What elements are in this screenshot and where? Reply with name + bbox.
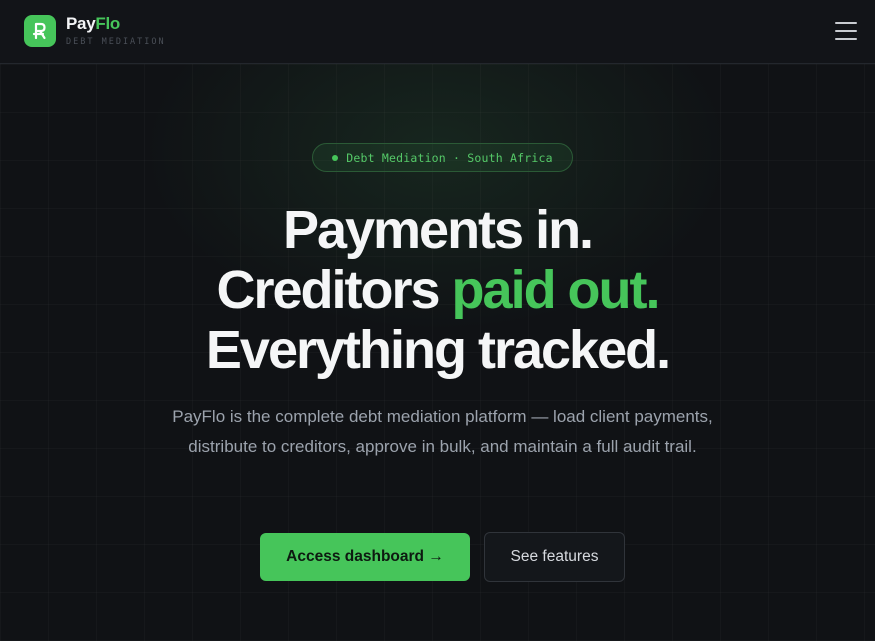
menu-line <box>835 30 857 32</box>
hero-headline: Payments in. Creditors paid out. Everyth… <box>0 200 875 380</box>
menu-line <box>835 38 857 40</box>
headline-line-3: Everything tracked. <box>205 320 671 380</box>
brand-name-pay: Pay <box>66 14 96 33</box>
brand-logo[interactable] <box>24 15 56 47</box>
headline-line-2: Creditors paid out. <box>0 260 875 320</box>
top-navbar: PayFlo DEBT MEDIATION <box>0 0 875 64</box>
hamburger-menu-icon[interactable] <box>835 22 857 40</box>
badge-label: Debt Mediation · South Africa <box>346 150 553 165</box>
rand-r-icon <box>32 22 46 40</box>
hero-description: PayFlo is the complete debt mediation pl… <box>172 407 713 456</box>
status-dot-icon <box>332 154 339 161</box>
region-badge: Debt Mediation · South Africa <box>312 143 573 172</box>
brand-name-flo: Flo <box>95 14 120 33</box>
headline-line-2-white: Creditors <box>216 260 452 320</box>
headline-line-1: Payments in. <box>282 200 594 260</box>
brand[interactable]: PayFlo DEBT MEDIATION <box>66 14 166 47</box>
brand-subtitle: DEBT MEDIATION <box>66 37 166 47</box>
see-features-button[interactable]: See features <box>484 532 625 582</box>
menu-line <box>835 22 857 24</box>
headline-line-2-green: paid out. <box>451 260 661 320</box>
access-dashboard-button[interactable]: Access dashboard → <box>260 533 470 581</box>
landing-page: PayFlo DEBT MEDIATION Debt Mediation · S… <box>0 0 875 641</box>
brand-name: PayFlo <box>66 14 166 34</box>
